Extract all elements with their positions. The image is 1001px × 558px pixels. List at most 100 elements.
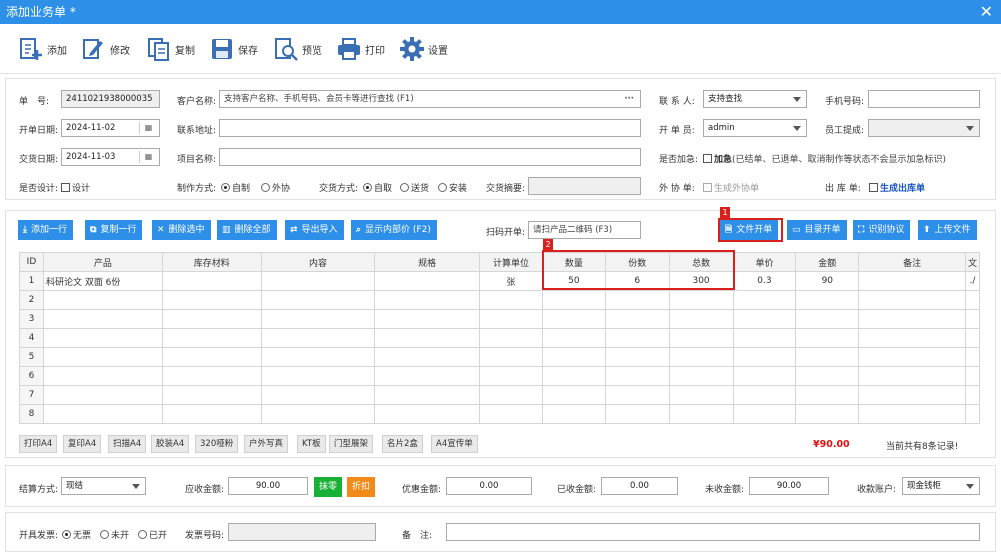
column-header[interactable]: ID	[19, 252, 44, 272]
table-cell[interactable]	[858, 404, 966, 424]
table-cell[interactable]	[541, 309, 606, 329]
summary-input[interactable]	[528, 177, 641, 195]
table-cell[interactable]	[668, 385, 734, 405]
table-row[interactable]: 3	[19, 309, 981, 329]
table-row[interactable]: 7	[19, 385, 981, 405]
table-cell[interactable]	[42, 328, 163, 348]
column-header[interactable]: 库存材料	[161, 252, 262, 272]
table-cell[interactable]	[858, 328, 966, 348]
table-cell[interactable]	[374, 328, 481, 348]
checkbox-icon[interactable]	[703, 183, 712, 192]
project-input[interactable]	[219, 148, 641, 166]
print-button[interactable]: 打印	[336, 35, 385, 63]
table-cell[interactable]	[604, 404, 670, 424]
table-cell[interactable]	[668, 328, 734, 348]
radio-icon[interactable]	[400, 183, 409, 192]
calendar-icon[interactable]: ▦	[139, 122, 157, 134]
table-cell[interactable]	[795, 290, 860, 310]
column-header[interactable]: 单价	[732, 252, 797, 272]
table-cell[interactable]: 90	[795, 271, 860, 291]
table-cell[interactable]	[479, 328, 543, 348]
table-cell[interactable]	[964, 328, 981, 348]
account-select[interactable]: 现金钱柜	[902, 477, 980, 495]
table-cell[interactable]	[260, 404, 376, 424]
table-cell[interactable]	[374, 309, 481, 329]
outsource-checkbox[interactable]: 生成外协单	[703, 181, 759, 194]
table-cell[interactable]	[161, 328, 262, 348]
table-cell[interactable]	[604, 309, 670, 329]
table-cell[interactable]	[541, 290, 606, 310]
table-cell[interactable]	[161, 404, 262, 424]
delete-all-button[interactable]: ▥ 删除全部	[217, 220, 277, 240]
design-checkbox[interactable]: 设计	[61, 181, 90, 194]
table-cell[interactable]	[604, 366, 670, 386]
remark-input[interactable]	[446, 523, 980, 541]
table-cell[interactable]	[732, 347, 797, 367]
table-cell[interactable]	[604, 328, 670, 348]
table-cell[interactable]	[541, 404, 606, 424]
checkbox-icon[interactable]	[61, 183, 70, 192]
table-cell[interactable]	[858, 385, 966, 405]
dir-order-button[interactable]: ▭ 目录开单	[787, 220, 847, 240]
table-cell[interactable]	[541, 366, 606, 386]
table-cell[interactable]	[479, 309, 543, 329]
table-cell[interactable]	[260, 366, 376, 386]
received-input[interactable]: 0.00	[601, 477, 678, 495]
address-input[interactable]	[219, 119, 641, 137]
table-cell[interactable]	[42, 309, 163, 329]
table-cell[interactable]	[604, 290, 670, 310]
quick-product-button[interactable]: 户外写真	[244, 435, 289, 453]
table-cell[interactable]	[732, 404, 797, 424]
opener-select[interactable]: admin	[703, 119, 807, 137]
table-cell[interactable]	[374, 366, 481, 386]
deliver-radio-pickup[interactable]: 自取	[363, 181, 392, 194]
delete-selected-button[interactable]: ✕ 删除选中	[152, 220, 211, 240]
discount-button[interactable]: 折扣	[347, 477, 375, 497]
radio-icon[interactable]	[261, 183, 270, 192]
open-date-picker[interactable]: 2024-11-02 ▦	[61, 119, 160, 137]
table-cell[interactable]	[161, 385, 262, 405]
unpaid-input[interactable]: 90.00	[749, 477, 829, 495]
import-export-button[interactable]: ⇄ 导出导入	[285, 220, 344, 240]
table-cell[interactable]	[374, 385, 481, 405]
table-cell[interactable]	[732, 290, 797, 310]
table-cell[interactable]	[42, 347, 163, 367]
phone-input[interactable]	[868, 90, 980, 108]
table-cell[interactable]	[161, 290, 262, 310]
radio-icon[interactable]	[62, 530, 71, 539]
table-cell[interactable]	[858, 347, 966, 367]
table-cell[interactable]	[732, 309, 797, 329]
table-cell[interactable]	[374, 290, 481, 310]
quick-product-button[interactable]: 门型展架	[329, 435, 374, 453]
table-row[interactable]: 4	[19, 328, 981, 348]
table-cell[interactable]	[858, 290, 966, 310]
table-row[interactable]: 8	[19, 404, 981, 424]
column-header[interactable]: 内容	[260, 252, 376, 272]
column-header[interactable]: 文	[964, 252, 981, 272]
table-cell[interactable]	[260, 309, 376, 329]
table-cell[interactable]	[964, 366, 981, 386]
table-cell[interactable]	[541, 347, 606, 367]
table-cell[interactable]	[479, 366, 543, 386]
table-cell[interactable]	[541, 328, 606, 348]
urgent-checkbox[interactable]: 加急(已结单、已退单、取消制作等状态不会显示加急标识)	[703, 152, 946, 165]
table-cell[interactable]	[964, 347, 981, 367]
table-cell[interactable]	[260, 385, 376, 405]
show-internal-price-button[interactable]: ⌕ 显示内部价 (F2)	[351, 220, 437, 240]
column-header[interactable]: 产品	[42, 252, 163, 272]
column-header[interactable]: 金额	[795, 252, 860, 272]
radio-icon[interactable]	[438, 183, 447, 192]
table-cell[interactable]: 0.3	[732, 271, 797, 291]
column-header[interactable]: 计算单位	[479, 252, 543, 272]
erase-button[interactable]: 抹零	[314, 477, 342, 497]
edit-button[interactable]: 修改	[81, 35, 130, 63]
checkbox-icon[interactable]	[703, 154, 712, 163]
preview-button[interactable]: 预览	[273, 35, 322, 63]
upload-button[interactable]: ⬆ 上传文件	[918, 220, 977, 240]
customer-input[interactable]: 支持客户名称、手机号码、会员卡等进行查找 (F1) ···	[219, 90, 641, 108]
table-cell[interactable]	[964, 290, 981, 310]
quick-product-button[interactable]: 扫描A4	[108, 435, 147, 453]
pay-method-select[interactable]: 现结	[61, 477, 146, 495]
delivery-date-picker[interactable]: 2024-11-03 ▦	[61, 148, 160, 166]
quick-product-button[interactable]: 名片2盒	[382, 435, 423, 453]
